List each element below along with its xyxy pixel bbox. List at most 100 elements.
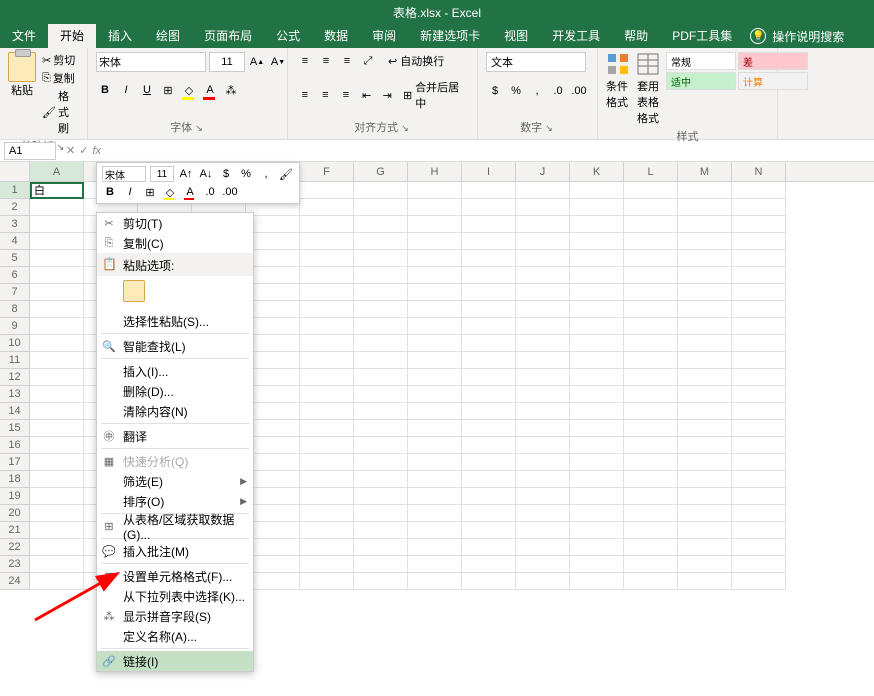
tab-review[interactable]: 审阅 <box>360 24 408 48</box>
tab-data[interactable]: 数据 <box>312 24 360 48</box>
cell[interactable] <box>732 539 786 556</box>
cell[interactable] <box>462 318 516 335</box>
cell[interactable] <box>30 352 84 369</box>
cell[interactable] <box>408 267 462 284</box>
cell[interactable] <box>354 556 408 573</box>
cell[interactable] <box>300 522 354 539</box>
menu-translate[interactable]: ㊥翻译 <box>97 426 253 446</box>
style-bad[interactable]: 差 <box>738 52 808 70</box>
cell[interactable] <box>246 420 300 437</box>
cell[interactable] <box>516 573 570 590</box>
align-middle-button[interactable]: ≡ <box>317 52 335 70</box>
cell[interactable] <box>354 233 408 250</box>
cell[interactable] <box>570 471 624 488</box>
cell[interactable] <box>678 369 732 386</box>
row-header-21[interactable]: 21 <box>0 522 30 539</box>
increase-decimal-button[interactable]: .0 <box>549 82 567 100</box>
cell[interactable] <box>354 369 408 386</box>
cell[interactable] <box>354 352 408 369</box>
align-center-button[interactable]: ≡ <box>317 86 335 104</box>
number-launcher[interactable]: ↘ <box>545 123 555 133</box>
cell[interactable] <box>246 352 300 369</box>
cell[interactable] <box>300 420 354 437</box>
cell[interactable] <box>408 386 462 403</box>
cell[interactable] <box>570 454 624 471</box>
cell[interactable] <box>462 573 516 590</box>
decrease-decimal-button[interactable]: .00 <box>570 82 588 100</box>
cell[interactable] <box>516 199 570 216</box>
cell[interactable] <box>516 505 570 522</box>
cell[interactable] <box>408 369 462 386</box>
cell[interactable] <box>354 199 408 216</box>
cell[interactable] <box>732 488 786 505</box>
cell[interactable] <box>354 335 408 352</box>
mini-border[interactable]: ⊞ <box>142 184 158 200</box>
cell[interactable] <box>246 573 300 590</box>
cell[interactable] <box>300 250 354 267</box>
cell[interactable] <box>516 301 570 318</box>
cell[interactable] <box>30 437 84 454</box>
tab-page-layout[interactable]: 页面布局 <box>192 24 264 48</box>
cell[interactable] <box>246 284 300 301</box>
cell[interactable] <box>570 267 624 284</box>
cell[interactable] <box>354 216 408 233</box>
cell[interactable] <box>408 284 462 301</box>
cell[interactable] <box>354 573 408 590</box>
cell[interactable] <box>570 505 624 522</box>
cell[interactable] <box>678 386 732 403</box>
cell[interactable] <box>408 471 462 488</box>
cell[interactable] <box>246 386 300 403</box>
cell[interactable] <box>732 250 786 267</box>
cell[interactable] <box>354 522 408 539</box>
cell[interactable] <box>516 556 570 573</box>
cell[interactable] <box>732 573 786 590</box>
col-header-a[interactable]: A <box>30 162 84 181</box>
cell[interactable] <box>246 369 300 386</box>
cell[interactable] <box>462 369 516 386</box>
cell[interactable] <box>678 539 732 556</box>
tab-help[interactable]: 帮助 <box>612 24 660 48</box>
menu-cut[interactable]: ✂剪切(T) <box>97 213 253 233</box>
cell[interactable] <box>30 267 84 284</box>
cell[interactable] <box>624 539 678 556</box>
row-header-19[interactable]: 19 <box>0 488 30 505</box>
cell[interactable] <box>30 216 84 233</box>
cell[interactable] <box>570 369 624 386</box>
mini-bold[interactable]: B <box>102 184 118 200</box>
cell[interactable] <box>30 539 84 556</box>
cell[interactable] <box>246 216 300 233</box>
cell[interactable] <box>408 216 462 233</box>
cell[interactable] <box>624 488 678 505</box>
cell[interactable] <box>624 505 678 522</box>
cell[interactable] <box>462 386 516 403</box>
col-header-f[interactable]: F <box>300 162 354 181</box>
cell[interactable] <box>246 471 300 488</box>
cell[interactable] <box>678 471 732 488</box>
select-all-corner[interactable] <box>0 162 30 181</box>
menu-copy[interactable]: ⎘复制(C) <box>97 233 253 253</box>
bold-button[interactable]: B <box>96 81 114 99</box>
cell[interactable] <box>354 250 408 267</box>
cell[interactable] <box>570 403 624 420</box>
mini-font-color[interactable]: A <box>182 184 198 200</box>
cell[interactable] <box>732 199 786 216</box>
cell[interactable] <box>624 471 678 488</box>
increase-font-button[interactable]: A▲ <box>248 53 266 71</box>
decrease-font-button[interactable]: A▼ <box>269 53 287 71</box>
cell[interactable] <box>300 352 354 369</box>
cell[interactable] <box>462 352 516 369</box>
font-size-select[interactable] <box>209 52 245 72</box>
menu-hyperlink[interactable]: 🔗链接(I) <box>97 651 253 671</box>
row-header-5[interactable]: 5 <box>0 250 30 267</box>
row-header-12[interactable]: 12 <box>0 369 30 386</box>
menu-insert-comment[interactable]: 💬插入批注(M) <box>97 541 253 561</box>
cell[interactable] <box>624 250 678 267</box>
tab-file[interactable]: 文件 <box>0 24 48 48</box>
paste-button[interactable]: 粘贴 <box>8 52 36 98</box>
cell[interactable] <box>570 335 624 352</box>
cell[interactable] <box>516 250 570 267</box>
cell[interactable] <box>300 369 354 386</box>
cell[interactable] <box>678 454 732 471</box>
cell[interactable] <box>30 199 84 216</box>
cell[interactable] <box>678 182 732 199</box>
